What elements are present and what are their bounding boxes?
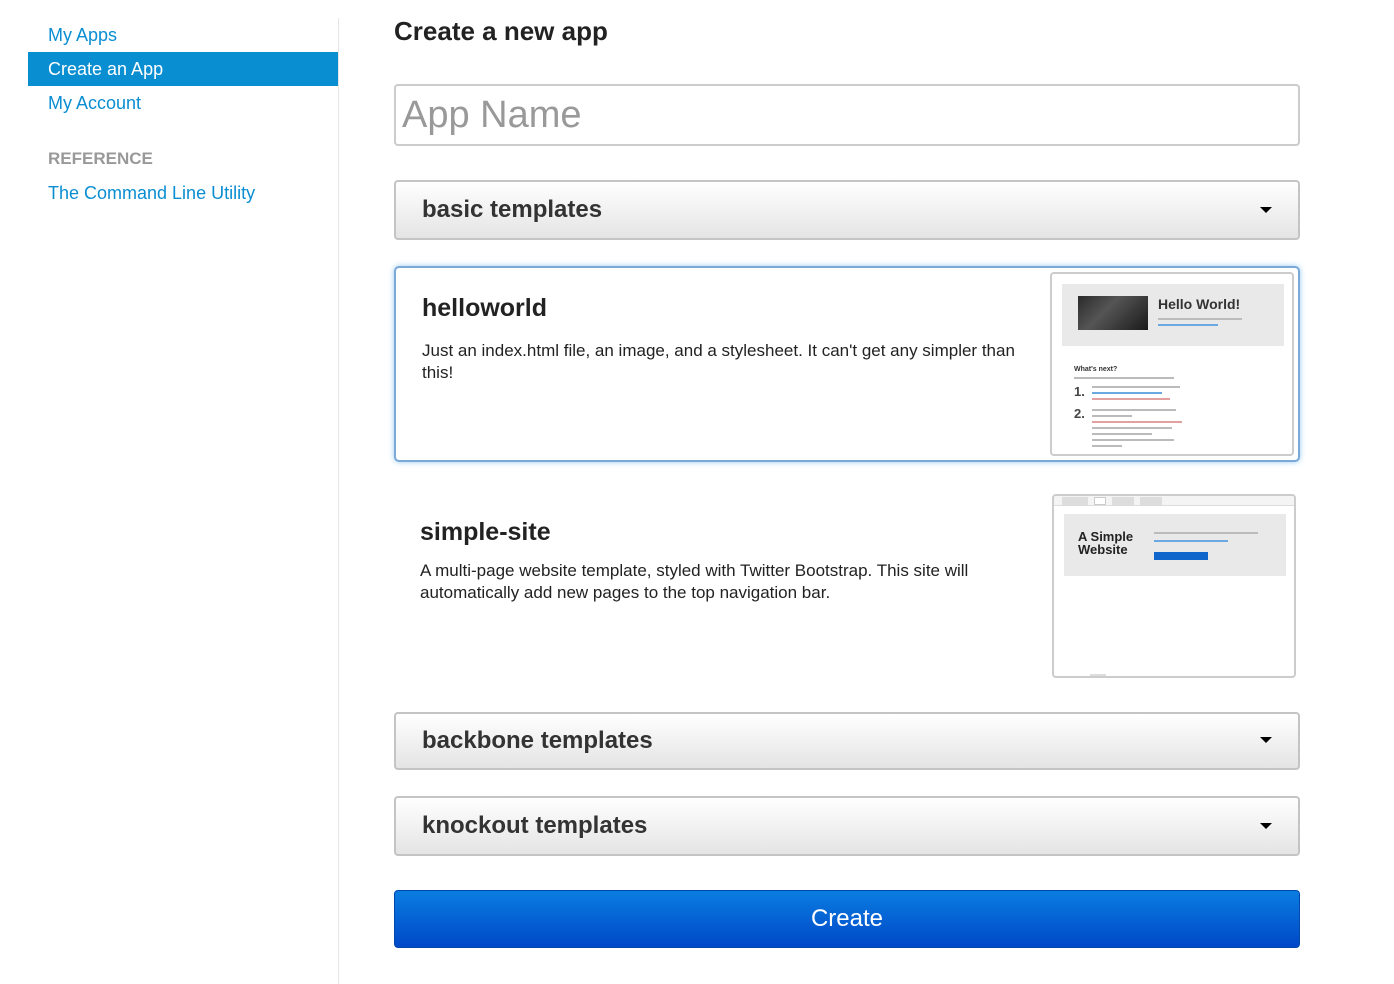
thumbnail-text-line	[1092, 392, 1162, 394]
thumbnail-text-line	[1090, 674, 1106, 676]
dropdown-label: backbone templates	[422, 727, 653, 754]
template-description: Just an index.html file, an image, and a…	[422, 341, 1015, 382]
template-card-helloworld[interactable]: helloworld Just an index.html file, an i…	[394, 266, 1300, 462]
thumbnail-text-line	[1154, 532, 1258, 534]
app-name-input[interactable]	[394, 84, 1300, 146]
sidebar-item-my-account[interactable]: My Account	[28, 86, 339, 120]
thumbnail-navbar	[1054, 496, 1294, 506]
template-description: A multi-page website template, styled wi…	[420, 561, 969, 602]
template-name: helloworld	[422, 294, 547, 322]
thumbnail-text-line	[1074, 377, 1174, 379]
thumbnail-step-number: 1.	[1074, 384, 1085, 399]
thumbnail-nav-tab	[1112, 497, 1134, 505]
thumbnail-text-line	[1092, 415, 1132, 417]
chevron-down-icon	[1260, 823, 1272, 829]
thumbnail-nav-tab	[1062, 497, 1088, 505]
thumbnail-text-line	[1092, 409, 1176, 411]
thumbnail-step-number: 2.	[1074, 406, 1085, 421]
template-card-simple-site[interactable]: simple-site A multi-page website templat…	[394, 492, 1300, 682]
thumbnail-text-line	[1092, 421, 1182, 423]
sidebar-item-my-apps[interactable]: My Apps	[28, 18, 339, 52]
basic-templates-dropdown[interactable]: basic templates	[394, 180, 1300, 240]
thumbnail-hero-title: Hello World!	[1158, 296, 1241, 312]
thumbnail-text-line	[1092, 386, 1180, 388]
sidebar-item-command-line-utility[interactable]: The Command Line Utility	[28, 176, 339, 210]
sidebar-divider	[338, 18, 339, 984]
dropdown-label: knockout templates	[422, 812, 648, 839]
thumbnail-section-title: What's next?	[1074, 366, 1118, 373]
thumbnail-text-line	[1092, 445, 1122, 447]
chevron-down-icon	[1260, 737, 1272, 743]
template-thumbnail: A Simple Website	[1052, 494, 1296, 678]
thumbnail-nav-tab	[1094, 497, 1106, 505]
thumbnail-hero: A Simple Website	[1064, 514, 1286, 576]
template-name: simple-site	[420, 518, 551, 546]
thumbnail-hero-title: A Simple Website	[1078, 529, 1134, 557]
thumbnail-text-line	[1154, 540, 1228, 542]
thumbnail-text-line	[1092, 439, 1174, 441]
thumbnail-text-line	[1092, 433, 1152, 435]
template-thumbnail: Hello World! What's next? 1. 2.	[1050, 272, 1294, 456]
thumbnail-text-line	[1092, 398, 1170, 400]
dropdown-label: basic templates	[422, 196, 603, 223]
create-button[interactable]: Create	[394, 890, 1300, 948]
sidebar-reference-header: REFERENCE	[48, 149, 153, 168]
page-title: Create a new app	[394, 16, 608, 46]
thumbnail-text-line	[1092, 427, 1172, 429]
thumbnail-nav-tab	[1140, 497, 1162, 505]
thumbnail-hero: Hello World!	[1062, 284, 1284, 346]
thumbnail-button	[1154, 552, 1208, 560]
knockout-templates-dropdown[interactable]: knockout templates	[394, 796, 1300, 856]
thumbnail-text-line	[1158, 324, 1218, 326]
chevron-down-icon	[1260, 207, 1272, 213]
thumbnail-text-line	[1158, 318, 1242, 320]
backbone-templates-dropdown[interactable]: backbone templates	[394, 712, 1300, 770]
thumbnail-photo	[1078, 296, 1148, 330]
sidebar-item-create-an-app[interactable]: Create an App	[28, 52, 339, 86]
sidebar: My Apps Create an App My Account REFEREN…	[28, 18, 339, 210]
